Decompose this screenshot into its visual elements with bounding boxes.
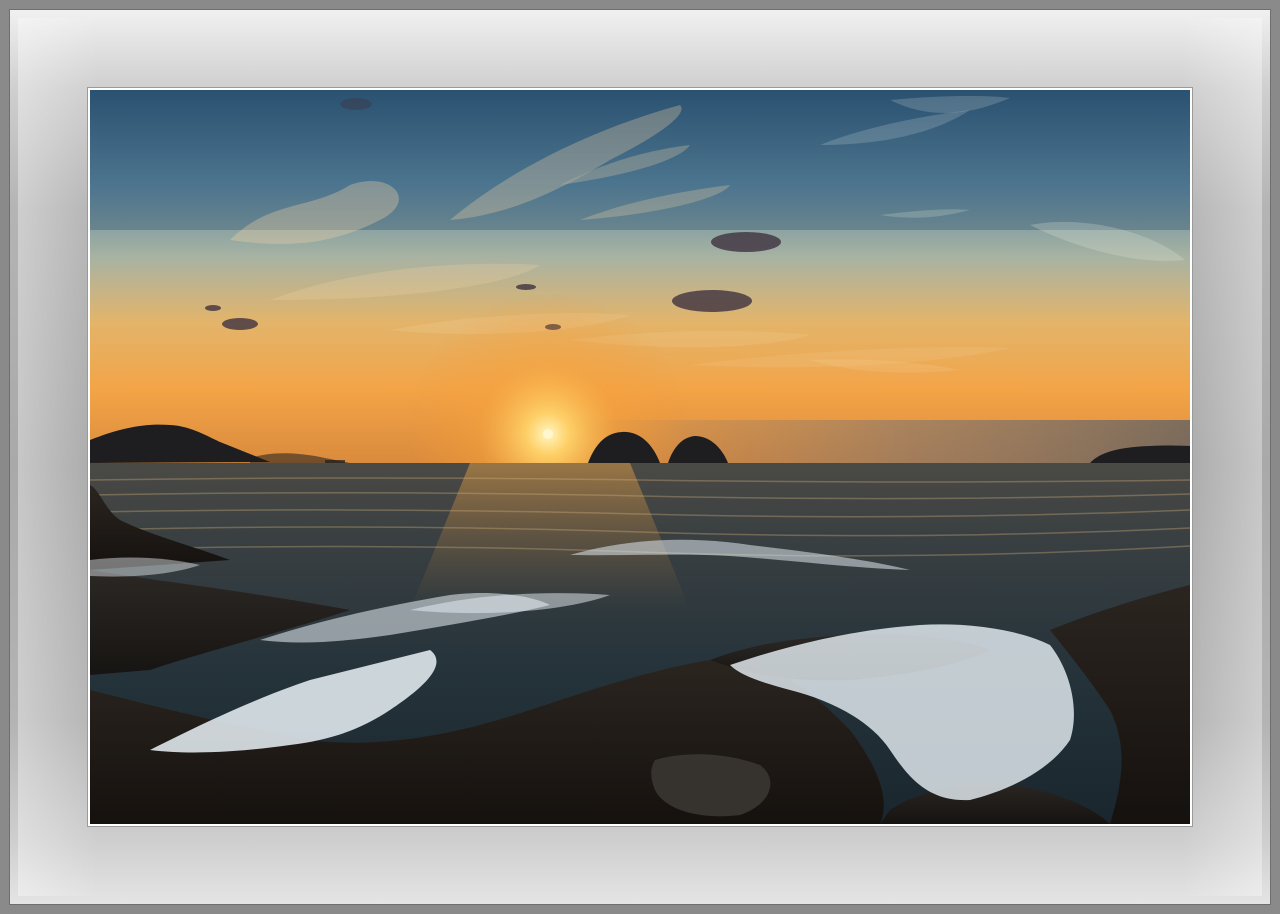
sunset-photo: [88, 88, 1192, 826]
frame-bevel-left: [18, 18, 98, 896]
frame-bevel-right: [1182, 18, 1262, 896]
sun: [543, 429, 553, 439]
sunset-scene-illustration: [90, 90, 1190, 824]
